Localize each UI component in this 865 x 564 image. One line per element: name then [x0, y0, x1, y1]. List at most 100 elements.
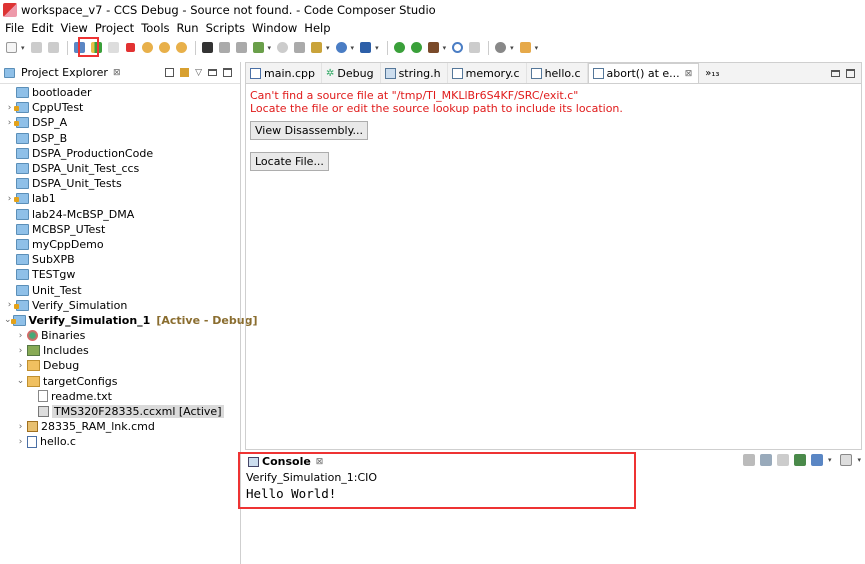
flash-dropdown-icon[interactable]: ▾ — [375, 44, 379, 52]
minimize-icon[interactable] — [831, 69, 840, 77]
tree-item[interactable]: Unit_Test — [0, 282, 240, 297]
display-console-dropdown-icon[interactable]: ▾ — [828, 456, 832, 464]
menu-help[interactable]: Help — [302, 21, 335, 35]
chevron-right-icon[interactable]: › — [15, 437, 26, 447]
menu-scripts[interactable]: Scripts — [204, 21, 250, 35]
tree-item[interactable]: › DSP_A — [0, 115, 240, 130]
menu-run[interactable]: Run — [175, 21, 204, 35]
tree-item[interactable]: DSPA_Unit_Tests — [0, 176, 240, 191]
pin-console-icon[interactable] — [793, 454, 806, 466]
close-icon[interactable]: ⊠ — [685, 69, 693, 79]
restart-icon[interactable] — [251, 40, 266, 55]
tab-main-cpp[interactable]: main.cpp — [246, 63, 322, 83]
run-last-icon[interactable] — [409, 40, 424, 55]
target-icon[interactable] — [217, 40, 232, 55]
flash-icon[interactable] — [358, 40, 373, 55]
close-icon[interactable]: ⊠ — [113, 68, 121, 78]
run-icon[interactable] — [392, 40, 407, 55]
breakpoint-icon[interactable] — [275, 40, 290, 55]
new-dropdown-icon[interactable]: ▾ — [21, 44, 25, 52]
view-menu-icon[interactable]: ▽ — [195, 68, 202, 78]
save-icon[interactable] — [29, 40, 44, 55]
tab-overflow-button[interactable]: »₁₃ — [699, 63, 725, 83]
search-icon[interactable] — [450, 40, 465, 55]
reset-icon[interactable] — [234, 40, 249, 55]
display-console-icon[interactable] — [810, 454, 823, 466]
new-console-dropdown-icon[interactable]: ▾ — [857, 456, 861, 464]
chevron-right-icon[interactable]: › — [15, 422, 26, 432]
tree-item[interactable]: › lab1 — [0, 191, 240, 206]
connect-icon[interactable] — [292, 40, 307, 55]
tree-item[interactable]: › hello.c — [0, 434, 240, 449]
chevron-right-icon[interactable]: › — [15, 331, 26, 341]
tree-item[interactable]: › Debug — [0, 358, 240, 373]
tree-item[interactable]: MCBSP_UTest — [0, 222, 240, 237]
tree-item[interactable]: › CppUTest — [0, 100, 240, 115]
tree-item[interactable]: readme.txt — [0, 389, 240, 404]
tree-item-label: DSPA_Unit_Tests — [32, 177, 122, 191]
tree-item[interactable]: › Binaries — [0, 328, 240, 343]
link-editor-icon[interactable] — [180, 68, 190, 77]
menu-view[interactable]: View — [59, 21, 93, 35]
maximize-icon[interactable] — [846, 68, 855, 78]
menu-window[interactable]: Window — [250, 21, 302, 35]
tab-memory-c[interactable]: memory.c — [448, 63, 527, 83]
debug-icon[interactable] — [334, 40, 349, 55]
tree-item[interactable]: DSPA_ProductionCode — [0, 146, 240, 161]
tree-item[interactable]: › Verify_Simulation — [0, 298, 240, 313]
locate-file-button[interactable]: Locate File... — [250, 152, 329, 171]
step-over-icon[interactable] — [157, 40, 172, 55]
restart-dropdown-icon[interactable]: ▾ — [268, 44, 272, 52]
pencil-icon[interactable] — [518, 40, 533, 55]
tree-item[interactable]: SubXPB — [0, 252, 240, 267]
tree-item-selected[interactable]: TMS320F28335.ccxml [Active] — [0, 404, 240, 419]
memory-browser-icon[interactable] — [200, 40, 215, 55]
step-into-icon[interactable] — [140, 40, 155, 55]
save-all-icon[interactable] — [46, 40, 61, 55]
minimize-icon[interactable] — [208, 69, 217, 76]
new-icon[interactable] — [4, 40, 19, 55]
tree-item[interactable]: ⌄ targetConfigs — [0, 374, 240, 389]
tree-item-active-project[interactable]: ⌄ Verify_Simulation_1 [Active - Debug] — [0, 313, 257, 328]
build-icon[interactable] — [309, 40, 324, 55]
tab-abort[interactable]: abort() at e... ⊠ — [587, 63, 700, 83]
external-tools-icon[interactable] — [426, 40, 441, 55]
tree-item[interactable]: › 28335_RAM_lnk.cmd — [0, 419, 240, 434]
new-console-icon[interactable] — [840, 454, 853, 466]
clear-console-icon[interactable] — [742, 454, 755, 466]
tab-hello-c[interactable]: hello.c — [527, 63, 588, 83]
pencil-dropdown-icon[interactable]: ▾ — [535, 44, 539, 52]
tree-item[interactable]: › Includes — [0, 343, 240, 358]
suspend-icon[interactable] — [106, 40, 121, 55]
chevron-right-icon[interactable]: › — [15, 346, 26, 356]
menu-edit[interactable]: Edit — [29, 21, 58, 35]
tree-item[interactable]: DSP_B — [0, 131, 240, 146]
tree-item[interactable]: bootloader — [0, 85, 240, 100]
tab-string-h[interactable]: string.h — [381, 63, 448, 83]
tab-label: string.h — [398, 66, 441, 80]
external-tools-dropdown-icon[interactable]: ▾ — [443, 44, 447, 52]
tree-item[interactable]: DSPA_Unit_Test_ccs — [0, 161, 240, 176]
menu-project[interactable]: Project — [93, 21, 139, 35]
settings-dropdown-icon[interactable]: ▾ — [510, 44, 514, 52]
tree-item[interactable]: TESTgw — [0, 267, 240, 282]
terminate-icon[interactable] — [123, 40, 138, 55]
step-return-icon[interactable] — [174, 40, 189, 55]
collapse-all-icon[interactable] — [165, 68, 175, 77]
scroll-lock-icon[interactable] — [759, 454, 772, 466]
settings-gear-icon[interactable] — [493, 40, 508, 55]
view-disassembly-button[interactable]: View Disassembly... — [250, 121, 369, 140]
chevron-down-icon[interactable]: ⌄ — [15, 376, 26, 386]
tab-debug[interactable]: ✲ Debug — [322, 63, 381, 83]
tree-item[interactable]: myCppDemo — [0, 237, 240, 252]
build-dropdown-icon[interactable]: ▾ — [326, 44, 330, 52]
debug-dropdown-icon[interactable]: ▾ — [351, 44, 355, 52]
maximize-icon[interactable] — [223, 68, 232, 77]
chevron-right-icon[interactable]: › — [15, 361, 26, 371]
menu-tools[interactable]: Tools — [139, 21, 174, 35]
project-explorer-title[interactable]: Project Explorer — [21, 66, 108, 79]
open-type-icon[interactable] — [467, 40, 482, 55]
word-wrap-icon[interactable] — [776, 454, 789, 466]
tree-item[interactable]: lab24-McBSP_DMA — [0, 207, 240, 222]
menu-file[interactable]: File — [3, 21, 29, 35]
